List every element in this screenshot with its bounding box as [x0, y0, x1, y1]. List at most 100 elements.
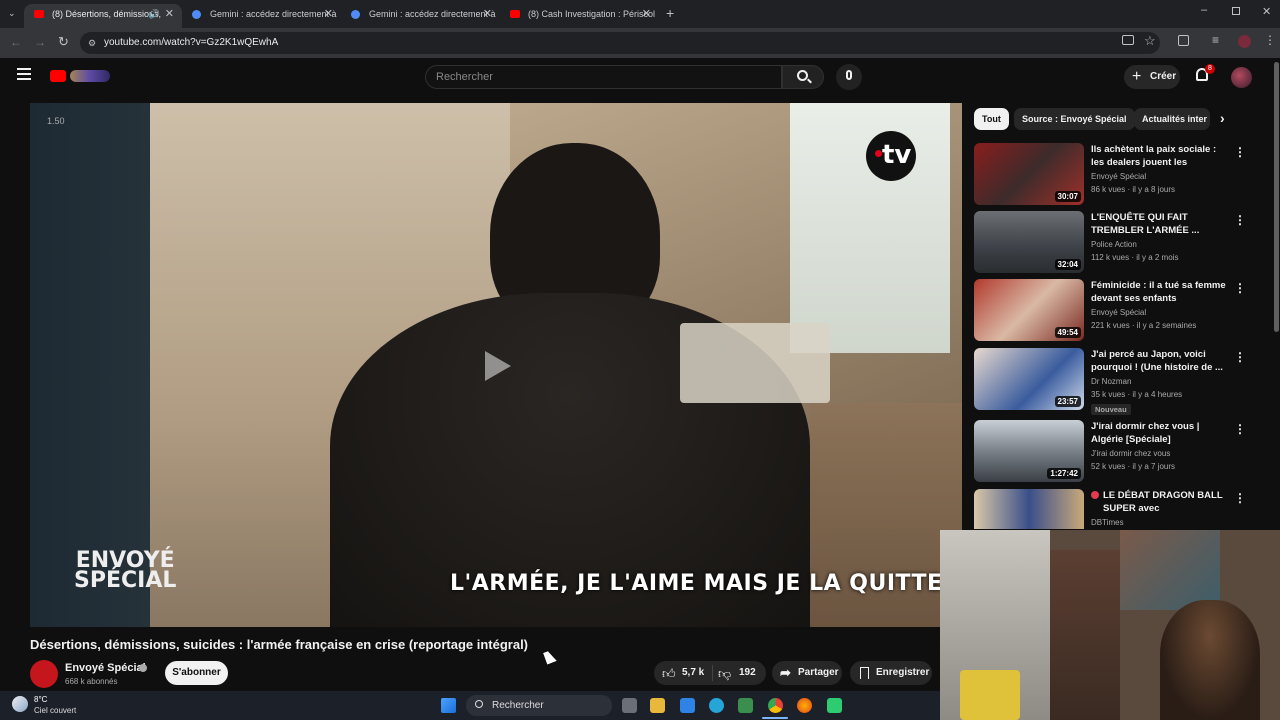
recommendation-item[interactable]: 23:57 J'ai percé au Japon, voici pourquo…	[974, 348, 1264, 415]
tab-cash-investigation[interactable]: (8) Cash Investigation : Périscol ✕	[500, 4, 659, 28]
minimize-icon[interactable]: –	[1201, 4, 1207, 16]
close-tab-icon[interactable]: ✕	[483, 4, 492, 24]
close-tab-icon[interactable]: ✕	[324, 4, 333, 24]
timecode-overlay: 1.50	[47, 116, 65, 126]
chip-actualites[interactable]: Actualités inter	[1134, 108, 1210, 130]
live-dot-icon	[1091, 491, 1099, 499]
profile-avatar[interactable]	[1238, 35, 1251, 48]
subscribe-button[interactable]: S'abonner	[165, 661, 228, 685]
tab-list-icon[interactable]: ⌄	[8, 8, 16, 19]
url-field[interactable]: ⚙ youtube.com/watch?v=Gz2K1wQEwhA	[80, 32, 1160, 54]
back-icon[interactable]: ←	[10, 35, 22, 49]
browser-menu-icon[interactable]: ⋮	[1264, 33, 1276, 47]
share-button[interactable]: ➦ Partager	[772, 661, 842, 685]
dislike-button[interactable]: 👎︎ 192	[718, 661, 764, 685]
video-meta: 221 k vues · il y a 2 semaines	[1091, 321, 1197, 330]
voice-search-button[interactable]	[836, 64, 862, 90]
edge-icon[interactable]	[709, 698, 724, 713]
chevron-right-icon[interactable]: ›	[1220, 110, 1225, 126]
hamburger-menu-icon[interactable]	[17, 68, 31, 80]
video-thumbnail[interactable]: 32:04	[974, 211, 1084, 273]
youtube-favicon	[34, 10, 44, 18]
notifications-button[interactable]: 8	[1194, 64, 1215, 87]
channel-name[interactable]: Envoyé Spécial	[1091, 172, 1146, 181]
chip-tout[interactable]: Tout	[974, 108, 1009, 130]
video-thumbnail[interactable]	[974, 489, 1084, 529]
recommendation-item[interactable]: LE DÉBAT DRAGON BALL SUPER avec @SofianL…	[974, 489, 1264, 529]
close-window-icon[interactable]: ✕	[1262, 5, 1271, 18]
video-title[interactable]: J'irai dormir chez vous | Algérie [Spéci…	[1091, 420, 1226, 446]
store-icon[interactable]	[680, 698, 695, 713]
video-thumbnail[interactable]: 1:27:42	[974, 420, 1084, 482]
envoye-special-logo: ENVOYÉ SPÉCIAL	[74, 550, 176, 592]
save-button[interactable]: Enregistrer	[850, 661, 932, 685]
site-info-icon[interactable]: ⚙	[88, 32, 96, 54]
gemini-favicon	[351, 10, 360, 19]
channel-name[interactable]: Envoyé Spécial	[1091, 308, 1146, 317]
more-options-icon[interactable]: ⋮	[1234, 281, 1246, 295]
channel-name[interactable]: J'irai dormir chez vous	[1091, 449, 1170, 458]
taskbar-search-box[interactable]: Rechercher	[466, 695, 612, 716]
speaker-icon[interactable]: 🔊	[149, 4, 160, 24]
recommendation-item[interactable]: 30:07 Ils achètent la paix sociale : les…	[974, 143, 1264, 207]
like-button[interactable]: 👍︎ 5,7 k	[662, 661, 712, 685]
install-icon[interactable]	[1122, 35, 1134, 45]
bookmark-star-icon[interactable]: ☆	[1144, 33, 1156, 49]
close-tab-icon[interactable]: ✕	[165, 4, 174, 24]
video-title[interactable]: Ils achètent la paix sociale : les deale…	[1091, 143, 1226, 169]
new-tab-icon[interactable]: +	[666, 5, 674, 21]
firefox-icon[interactable]	[797, 698, 812, 713]
tab-desertions[interactable]: (8) Désertions, démissions, 🔊 ✕	[24, 4, 182, 28]
notifications-count-badge: 8	[1205, 64, 1215, 74]
video-title[interactable]: L'ENQUÊTE QUI FAIT TREMBLER L'ARMÉE ...	[1091, 211, 1226, 237]
recommendation-item[interactable]: 32:04 L'ENQUÊTE QUI FAIT TREMBLER L'ARMÉ…	[974, 211, 1264, 275]
weather-icon[interactable]	[12, 696, 28, 712]
page-scrollbar[interactable]	[1274, 62, 1279, 332]
media-controls-icon[interactable]: ≡	[1212, 33, 1219, 47]
chip-source[interactable]: Source : Envoyé Spécial	[1014, 108, 1135, 130]
more-options-icon[interactable]: ⋮	[1234, 213, 1246, 227]
play-icon[interactable]	[485, 351, 511, 381]
more-options-icon[interactable]: ⋮	[1234, 422, 1246, 436]
search-input[interactable]: Rechercher	[425, 65, 782, 89]
channel-name[interactable]: Envoyé Spécial	[65, 662, 146, 674]
account-avatar[interactable]	[1231, 67, 1252, 88]
maximize-icon[interactable]	[1232, 7, 1240, 15]
video-title[interactable]: Féminicide : il a tué sa femme devant se…	[1091, 279, 1226, 305]
tab-title: Gemini : accédez directement à	[369, 9, 496, 19]
tab-gemini-1[interactable]: Gemini : accédez directement à ✕	[182, 4, 341, 28]
video-thumbnail[interactable]: 49:54	[974, 279, 1084, 341]
app-icon[interactable]	[827, 698, 842, 713]
reload-icon[interactable]: ↻	[58, 34, 69, 50]
task-view-icon[interactable]	[622, 698, 637, 713]
recommendation-item[interactable]: 1:27:42 J'irai dormir chez vous | Algéri…	[974, 420, 1264, 484]
webcam-shelf	[1050, 550, 1120, 720]
channel-avatar[interactable]	[30, 660, 58, 688]
start-windows-icon[interactable]	[441, 698, 456, 713]
file-explorer-icon[interactable]	[650, 698, 665, 713]
tab-title: Gemini : accédez directement à	[210, 9, 337, 19]
search-button[interactable]	[782, 65, 824, 89]
video-player[interactable]: 1.50 tv ENVOYÉ SPÉCIAL L'ARMÉE, JE L'AIM…	[30, 103, 962, 627]
video-title[interactable]: LE DÉBAT DRAGON BALL SUPER avec @SofianL…	[1091, 489, 1226, 515]
tab-gemini-2[interactable]: Gemini : accédez directement à ✕	[341, 4, 500, 28]
create-button[interactable]: + Créer	[1124, 65, 1180, 89]
channel-name[interactable]: Police Action	[1091, 240, 1137, 249]
forward-icon[interactable]: →	[34, 35, 46, 49]
address-bar-row: ← → ↻ ⚙ youtube.com/watch?v=Gz2K1wQEwhA …	[0, 28, 1280, 58]
apps-icon[interactable]	[738, 698, 753, 713]
video-thumbnail[interactable]: 30:07	[974, 143, 1084, 205]
youtube-logo[interactable]	[50, 68, 112, 86]
more-options-icon[interactable]: ⋮	[1234, 350, 1246, 364]
extensions-icon[interactable]	[1178, 35, 1189, 46]
duration-badge: 32:04	[1054, 259, 1081, 270]
video-thumbnail[interactable]: 23:57	[974, 348, 1084, 410]
more-options-icon[interactable]: ⋮	[1234, 145, 1246, 159]
recommendation-item[interactable]: 49:54 Féminicide : il a tué sa femme dev…	[974, 279, 1264, 343]
more-options-icon[interactable]: ⋮	[1234, 491, 1246, 505]
close-tab-icon[interactable]: ✕	[642, 4, 651, 24]
channel-name[interactable]: Dr Nozman	[1091, 377, 1131, 386]
video-title[interactable]: J'ai percé au Japon, voici pourquoi ! (U…	[1091, 348, 1226, 374]
channel-name[interactable]: DBTimes	[1091, 518, 1124, 527]
chrome-icon[interactable]	[768, 698, 783, 713]
